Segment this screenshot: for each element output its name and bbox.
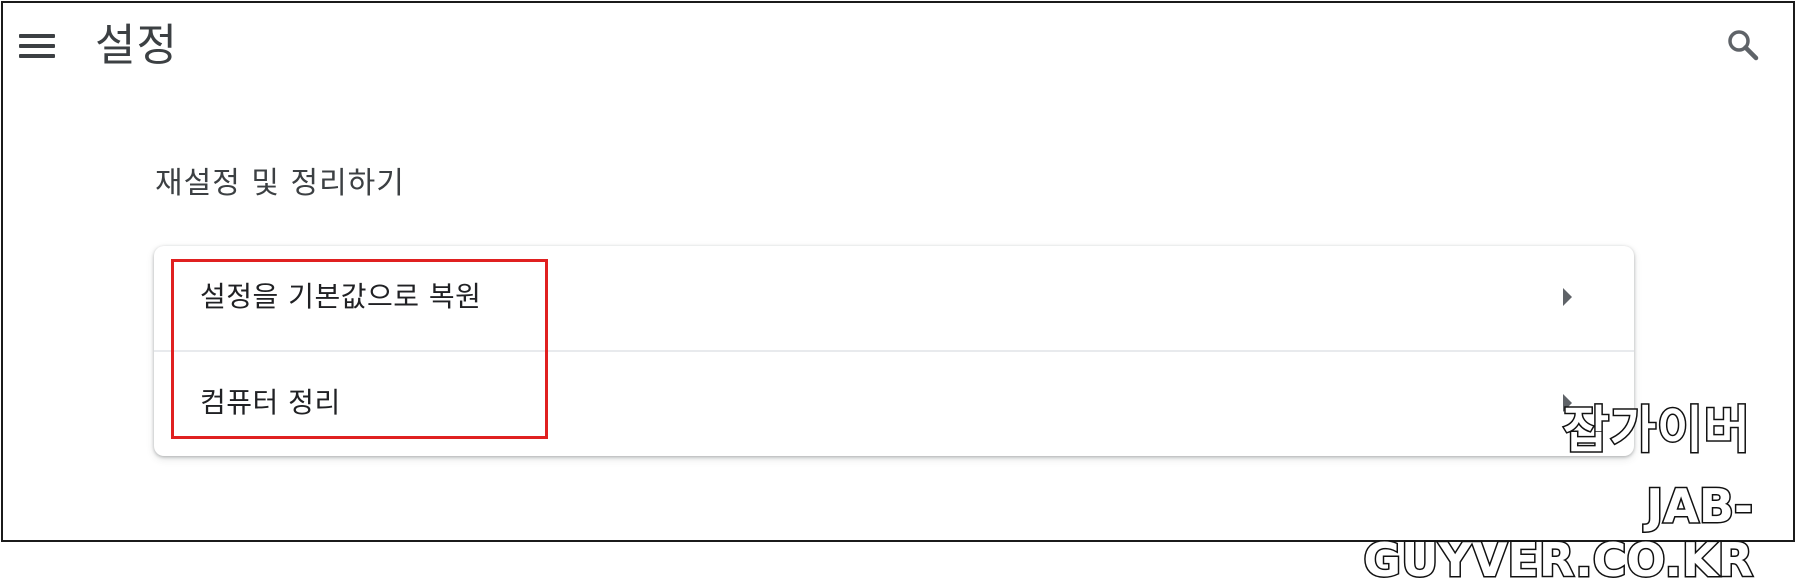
- app-header: 설정: [3, 3, 1793, 93]
- page-title: 설정: [95, 20, 178, 71]
- cleanup-computer-label: 컴퓨터 정리: [200, 386, 341, 419]
- watermark-url: JAB-GUYVER.CO.KR: [1362, 478, 1755, 587]
- section-title: 재설정 및 정리하기: [155, 166, 405, 201]
- restore-defaults-label: 설정을 기본값으로 복원: [200, 280, 482, 313]
- restore-defaults-item[interactable]: 설정을 기본값으로 복원: [154, 246, 1634, 350]
- watermark-korean: 잡가이버: [1562, 400, 1752, 461]
- chevron-right-icon: [1563, 288, 1572, 306]
- hamburger-menu-icon[interactable]: [17, 25, 57, 65]
- cleanup-computer-item[interactable]: 컴퓨터 정리: [154, 352, 1634, 456]
- reset-cleanup-card: 설정을 기본값으로 복원 컴퓨터 정리: [154, 246, 1634, 456]
- settings-page: 설정 재설정 및 정리하기 설정을 기본값으로 복원 컴퓨터 정리 잡가이버 J…: [1, 1, 1795, 587]
- search-icon[interactable]: [1725, 27, 1761, 63]
